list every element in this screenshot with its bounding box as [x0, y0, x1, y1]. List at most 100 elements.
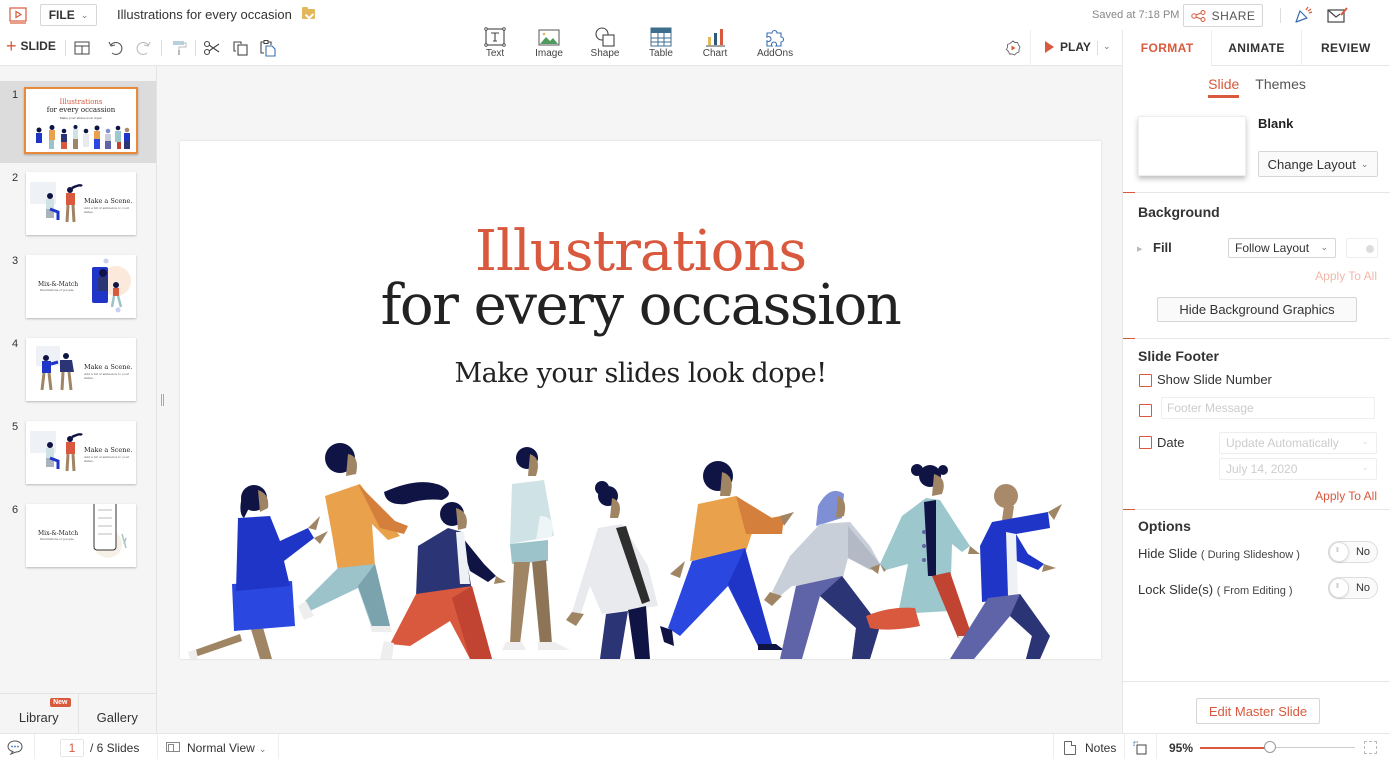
insert-chart-button[interactable]: Chart — [701, 29, 729, 66]
table-icon — [650, 27, 672, 47]
slide-subtitle[interactable]: Make your slides look dope! — [180, 358, 1101, 389]
slide-thumbnail-1[interactable]: 1 Illustrations for every occassion Make… — [0, 81, 156, 163]
insert-shape-button[interactable]: Shape — [591, 27, 619, 66]
document-title[interactable]: Illustrations for every occasion — [117, 7, 292, 22]
thumb-subtitle: Add a bit of ambience to your slides. — [84, 372, 130, 380]
layout-button[interactable] — [73, 39, 91, 57]
slide-thumbnails-panel: 1 Illustrations for every occassion Make… — [0, 66, 157, 693]
fill-label: Fill — [1153, 240, 1172, 255]
insert-table-label: Table — [649, 48, 673, 59]
slide-title-line2[interactable]: for every occassion — [180, 275, 1101, 337]
slide-thumbnail-2[interactable]: 2 Make a Scene. Add a bit of ambience to… — [0, 164, 156, 246]
undo-icon — [108, 41, 123, 55]
toggle-knob — [1329, 578, 1349, 598]
paste-button[interactable] — [259, 39, 277, 57]
normal-view-icon — [166, 742, 180, 752]
divider — [1156, 734, 1157, 759]
slide-canvas-area: Illustrations for every occassion Make y… — [157, 66, 1122, 733]
play-button[interactable]: PLAY — [1045, 40, 1091, 54]
date-format-select[interactable]: July 14, 2020 ⌄ — [1219, 458, 1377, 480]
thumb-title: Make a Scene. — [84, 197, 133, 205]
view-mode-select[interactable]: Normal View ⌄ — [187, 741, 266, 755]
hide-background-graphics-button[interactable]: Hide Background Graphics — [1157, 297, 1357, 322]
thumb-subtitle: Illustrations of people. — [40, 288, 75, 292]
slide-canvas[interactable]: Illustrations for every occassion Make y… — [180, 141, 1101, 659]
person-6 — [660, 461, 794, 650]
date-mode-select[interactable]: Update Automatically ⌄ — [1219, 432, 1377, 454]
add-slide-button[interactable]: + SLIDE — [6, 37, 56, 55]
change-layout-button[interactable]: Change Layout ⌄ — [1258, 151, 1378, 177]
undo-button[interactable] — [106, 39, 124, 57]
date-checkbox[interactable] — [1139, 436, 1152, 449]
background-apply-all-link[interactable]: Apply To All — [1315, 269, 1377, 283]
addons-button[interactable]: AddOns — [757, 29, 793, 66]
zoom-slider[interactable] — [1200, 741, 1355, 753]
new-badge: New — [50, 698, 71, 707]
zoom-slider-handle[interactable] — [1263, 741, 1276, 753]
format-subtabs: Slide Themes — [1123, 76, 1390, 98]
chevron-down-icon: ⌄ — [1361, 462, 1369, 472]
copy-button[interactable] — [232, 39, 250, 57]
share-button[interactable]: SHARE — [1183, 4, 1263, 27]
slide-thumbnail-4[interactable]: 4 Make a Scene. Add a bit of ambience to… — [0, 330, 156, 412]
current-page-input[interactable] — [60, 739, 84, 757]
hide-slide-toggle[interactable]: No — [1328, 541, 1378, 563]
slide-thumbnail-5[interactable]: 5 Make a Scene. Add a bit of ambience to… — [0, 413, 156, 495]
phone-illustration-thumb — [93, 504, 127, 558]
people-walking-illustration[interactable] — [180, 436, 1101, 659]
thumb-subtitle: Illustrations of people. — [40, 537, 75, 541]
play-group: PLAY ⌄ — [1030, 30, 1122, 66]
file-menu-button[interactable]: FILE ⌄ — [40, 4, 97, 26]
footer-message-input[interactable] — [1161, 397, 1375, 419]
lock-slide-toggle[interactable]: No — [1328, 577, 1378, 599]
date-label: Date — [1157, 435, 1185, 450]
gallery-tab[interactable]: Gallery — [79, 694, 157, 733]
subtab-slide[interactable]: Slide — [1208, 76, 1240, 98]
date-mode-value: Update Automatically — [1226, 436, 1339, 450]
feedback-mail-icon[interactable] — [1327, 6, 1348, 24]
panel-resize-handle[interactable] — [161, 394, 164, 406]
show-slide-number-checkbox[interactable] — [1139, 374, 1152, 387]
thumb-subtitle: Add a bit of ambience to your slides. — [84, 206, 130, 214]
slide-thumbnail-6[interactable]: 6 Mix-&-Match Illustrations of people. — [0, 496, 156, 578]
show-app-logo-icon[interactable] — [9, 6, 27, 24]
slideshow-settings-icon[interactable] — [1005, 40, 1021, 56]
footer-message-checkbox[interactable] — [1139, 404, 1152, 417]
format-painter-button[interactable] — [170, 39, 188, 57]
redo-button[interactable] — [135, 39, 153, 57]
chart-icon — [706, 29, 725, 47]
footer-apply-all-link[interactable]: Apply To All — [1315, 489, 1377, 503]
play-options-chevron-icon[interactable]: ⌄ — [1103, 41, 1111, 52]
chat-icon[interactable] — [7, 740, 24, 755]
move-to-folder-icon[interactable] — [302, 7, 315, 19]
slide-thumbnail-3[interactable]: 3 Mix-&-Match Illustrations of people. — [0, 247, 156, 329]
insert-image-button[interactable]: Image — [535, 29, 563, 66]
tab-format[interactable]: FORMAT — [1122, 30, 1212, 66]
insert-table-button[interactable]: Table — [648, 27, 674, 66]
fill-type-select[interactable]: Follow Layout ⌄ — [1228, 238, 1336, 258]
fullscreen-icon[interactable] — [1364, 741, 1377, 754]
announcement-icon[interactable] — [1294, 6, 1314, 24]
notes-icon[interactable] — [1064, 741, 1076, 755]
insert-text-button[interactable]: Text — [482, 27, 508, 66]
tab-animate[interactable]: ANIMATE — [1211, 30, 1301, 66]
person-3 — [380, 482, 506, 659]
expand-triangle-icon[interactable]: ▶ — [1137, 245, 1142, 253]
slide-number: 4 — [12, 338, 19, 350]
library-label: Library — [18, 710, 59, 725]
redo-icon — [136, 41, 151, 55]
layout-preview[interactable] — [1138, 116, 1246, 176]
fill-color-picker[interactable] — [1346, 238, 1378, 258]
notes-button[interactable]: Notes — [1085, 741, 1116, 755]
library-tab[interactable]: Library New — [0, 694, 79, 733]
insert-chart-label: Chart — [702, 48, 728, 59]
shape-icon — [595, 27, 615, 47]
fit-to-window-icon[interactable] — [1133, 741, 1147, 755]
library-gallery-bar: Library New Gallery — [0, 693, 157, 733]
subtab-themes[interactable]: Themes — [1255, 76, 1306, 98]
tab-review[interactable]: REVIEW — [1300, 30, 1390, 66]
cut-button[interactable] — [203, 39, 221, 57]
edit-master-slide-button[interactable]: Edit Master Slide — [1196, 698, 1320, 724]
paste-icon — [260, 40, 276, 57]
divider — [1280, 8, 1281, 23]
